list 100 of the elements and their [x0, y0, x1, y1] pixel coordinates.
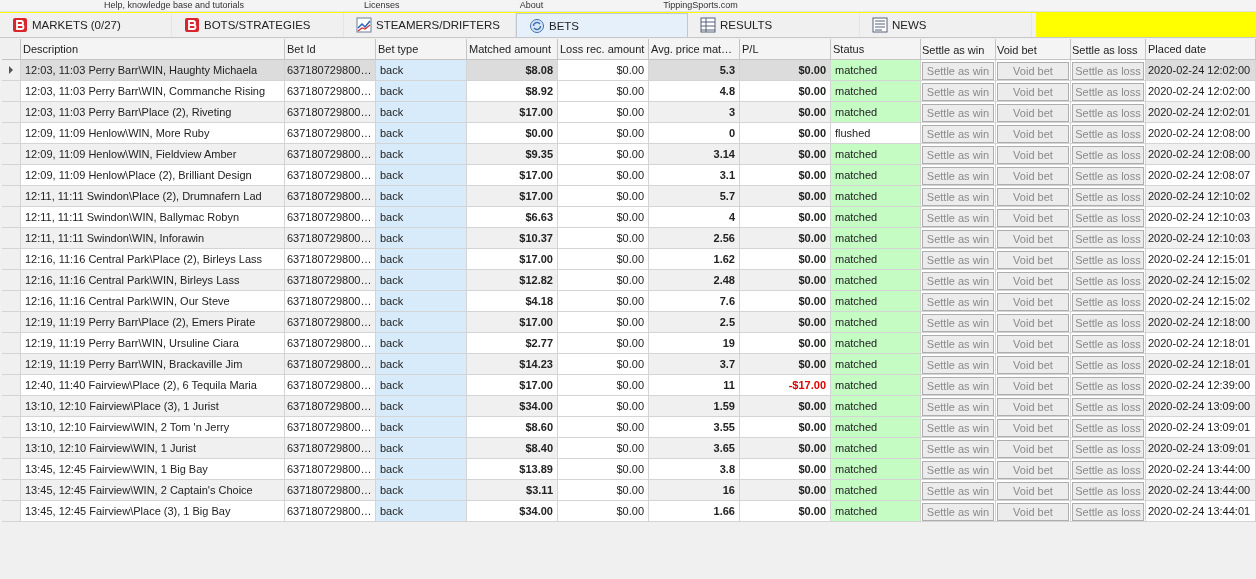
- menu-item[interactable]: About: [519, 0, 544, 11]
- status-cell: matched: [831, 228, 921, 249]
- status-cell: matched: [831, 375, 921, 396]
- status-cell: matched: [831, 312, 921, 333]
- table-cell: 1.59: [649, 396, 740, 417]
- tab[interactable]: NEWS: [860, 13, 1032, 37]
- status-cell: matched: [831, 333, 921, 354]
- table-cell: 2020-02-24 13:44:01: [1146, 501, 1256, 522]
- table-cell: 2020-02-24 12:10:02: [1146, 186, 1256, 207]
- status-cell: matched: [831, 165, 921, 186]
- table-cell: 13:45, 12:45 Fairview\WIN, 2 Captain's Choice: [21, 480, 285, 501]
- table-cell: 3: [649, 102, 740, 123]
- table-cell: 637180729800…: [285, 312, 376, 333]
- table-cell: 16: [649, 480, 740, 501]
- column-header[interactable]: Loss rec. amount: [558, 39, 649, 60]
- table-cell: 2020-02-24 12:10:03: [1146, 228, 1256, 249]
- status-cell: matched: [831, 186, 921, 207]
- table-cell: $0.00: [740, 270, 831, 291]
- status-cell: matched: [831, 438, 921, 459]
- column-header[interactable]: Bet Id: [285, 39, 376, 60]
- table-cell: 3.65: [649, 438, 740, 459]
- table-cell: 637180729800…: [285, 270, 376, 291]
- menu-item[interactable]: TippingSports.com: [663, 0, 738, 11]
- table-cell: $12.82: [467, 270, 558, 291]
- table-cell: 637180729800…: [285, 480, 376, 501]
- status-cell: matched: [831, 501, 921, 522]
- table-cell: 2020-02-24 12:15:02: [1146, 270, 1256, 291]
- table-cell: 12:19, 11:19 Perry Barr\Place (2), Emers Pirate: [21, 312, 285, 333]
- column-header[interactable]: Avg. price mat…: [649, 39, 740, 60]
- column-header[interactable]: Placed date: [1146, 39, 1256, 60]
- status-cell: matched: [831, 102, 921, 123]
- status-cell: matched: [831, 270, 921, 291]
- tab[interactable]: BETS: [516, 13, 688, 37]
- table-cell: back: [376, 186, 467, 207]
- table-cell: 12:11, 11:11 Swindon\WIN, Inforawin: [21, 228, 285, 249]
- table-cell: 637180729800…: [285, 102, 376, 123]
- tab[interactable]: STEAMERS/DRIFTERS: [344, 13, 516, 37]
- table-cell: $0.00: [740, 144, 831, 165]
- table-cell: 13:45, 12:45 Fairview\Place (3), 1 Big Bay: [21, 501, 285, 522]
- status-cell: matched: [831, 60, 921, 81]
- column-header[interactable]: Bet type: [376, 39, 467, 60]
- table-cell: 12:16, 11:16 Central Park\WIN, Birleys Lass: [21, 270, 285, 291]
- column-header[interactable]: Settle as win: [921, 39, 996, 60]
- status-cell: matched: [831, 354, 921, 375]
- status-cell: matched: [831, 396, 921, 417]
- table-cell: 637180729800…: [285, 228, 376, 249]
- table-cell: back: [376, 480, 467, 501]
- table-cell: back: [376, 102, 467, 123]
- tab[interactable]: MARKETS (0/27): [0, 13, 172, 37]
- status-cell: flushed: [831, 123, 921, 144]
- table-icon: [700, 17, 716, 33]
- table-cell: $14.23: [467, 354, 558, 375]
- table-cell: back: [376, 270, 467, 291]
- chart-icon: [356, 17, 372, 33]
- table-cell: back: [376, 312, 467, 333]
- table-cell: back: [376, 291, 467, 312]
- row-header[interactable]: [2, 60, 21, 81]
- status-cell: matched: [831, 81, 921, 102]
- table-cell: back: [376, 60, 467, 81]
- table-cell: 637180729800…: [285, 396, 376, 417]
- menu-item[interactable]: Licenses: [364, 0, 400, 11]
- table-cell: $10.37: [467, 228, 558, 249]
- table-cell: 637180729800…: [285, 438, 376, 459]
- menu-item[interactable]: Help, knowledge base and tutorials: [104, 0, 245, 11]
- tab[interactable]: RESULTS: [688, 13, 860, 37]
- table-cell: $34.00: [467, 501, 558, 522]
- column-header[interactable]: Matched amount: [467, 39, 558, 60]
- table-cell: $8.40: [467, 438, 558, 459]
- column-header[interactable]: Status: [831, 39, 921, 60]
- table-cell: $9.35: [467, 144, 558, 165]
- table-cell: 5.3: [649, 60, 740, 81]
- column-header[interactable]: Description: [21, 39, 285, 60]
- table-cell: 5.7: [649, 186, 740, 207]
- table-cell: $0.00: [740, 480, 831, 501]
- table-cell: 2020-02-24 13:44:00: [1146, 480, 1256, 501]
- column-header[interactable]: Void bet: [996, 39, 1071, 60]
- table-cell: $0.00: [740, 186, 831, 207]
- table-cell: 3.7: [649, 354, 740, 375]
- status-cell: matched: [831, 480, 921, 501]
- table-cell: 2020-02-24 12:18:01: [1146, 354, 1256, 375]
- table-cell: back: [376, 438, 467, 459]
- table-cell: back: [376, 144, 467, 165]
- column-header[interactable]: P/L: [740, 39, 831, 60]
- table-cell: 12:09, 11:09 Henlow\WIN, Fieldview Amber: [21, 144, 285, 165]
- table-cell: back: [376, 375, 467, 396]
- table-cell: 2020-02-24 12:02:00: [1146, 60, 1256, 81]
- status-cell: matched: [831, 417, 921, 438]
- table-cell: 637180729800…: [285, 186, 376, 207]
- tab[interactable]: BOTS/STRATEGIES: [172, 13, 344, 37]
- table-cell: $8.08: [467, 60, 558, 81]
- table-cell: $0.00: [740, 438, 831, 459]
- table-cell: 2020-02-24 12:18:00: [1146, 312, 1256, 333]
- table-cell: $0.00: [740, 354, 831, 375]
- table-cell: 2.56: [649, 228, 740, 249]
- table-cell: 12:03, 11:03 Perry Barr\WIN, Haughty Michaela: [21, 60, 285, 81]
- table-cell: back: [376, 207, 467, 228]
- table-cell: back: [376, 228, 467, 249]
- table-cell: 12:03, 11:03 Perry Barr\Place (2), Riveting: [21, 102, 285, 123]
- column-header[interactable]: Settle as loss: [1071, 39, 1146, 60]
- table-cell: 637180729800…: [285, 60, 376, 81]
